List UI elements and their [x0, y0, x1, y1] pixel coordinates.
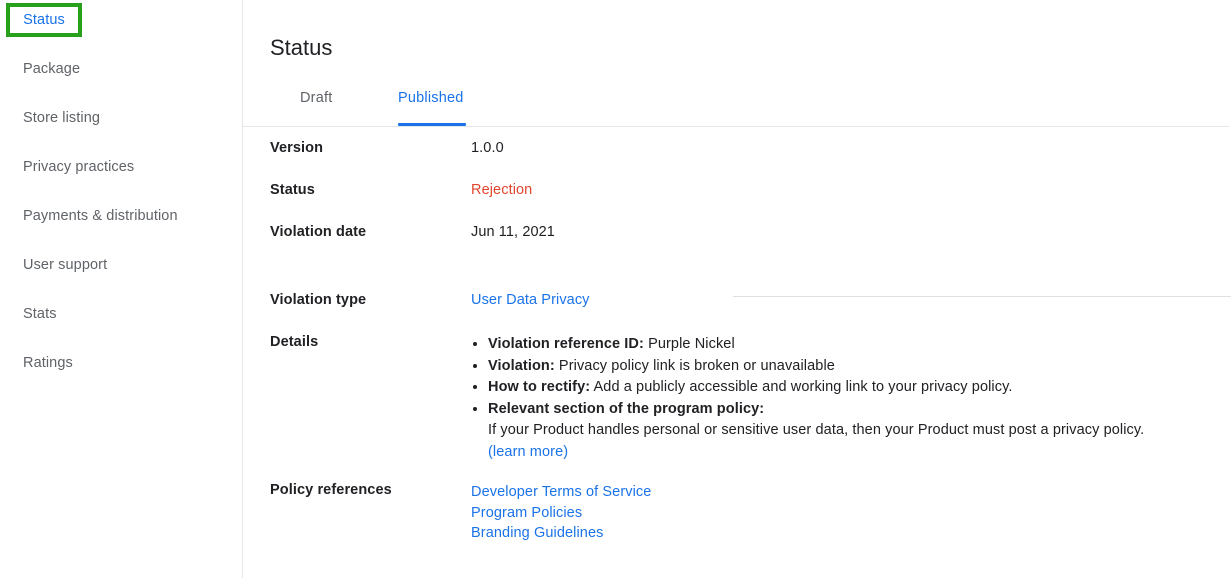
page-title: Status: [270, 34, 333, 60]
violation-type-value-wrap: User Data Privacy: [471, 292, 1229, 308]
bullet-term: How to rectify:: [488, 379, 591, 395]
status-highlight-box[interactable]: Status: [6, 3, 82, 37]
sidebar-item-package[interactable]: Package: [0, 44, 242, 93]
row-status: Status Rejection: [243, 182, 1229, 224]
violation-type-label: Violation type: [270, 292, 367, 308]
learn-more-link[interactable]: (learn more): [488, 444, 568, 460]
sidebar-item-label: Store listing: [23, 109, 101, 126]
bullet-term: Violation reference ID:: [488, 336, 644, 352]
sidebar-item-label: User support: [23, 256, 108, 273]
sidebar-nav-list: Status Package Store listing Privacy pra…: [0, 0, 242, 387]
policy-references-links: Developer Terms of Service Program Polic…: [471, 482, 1229, 544]
sidebar-item-stats[interactable]: Stats: [0, 289, 242, 338]
status-details: Version 1.0.0 Status Rejection Violation…: [243, 140, 1231, 544]
list-item: Violation: Privacy policy link is broken…: [488, 356, 1229, 378]
list-item: Violation reference ID: Purple Nickel: [488, 334, 1229, 356]
sidebar-item-user-support[interactable]: User support: [0, 240, 242, 289]
bullet-text: Privacy policy link is broken or unavail…: [554, 357, 835, 374]
row-violation-type: Violation type User Data Privacy: [243, 292, 1229, 334]
policy-link-program-policies[interactable]: Program Policies: [471, 503, 1229, 524]
details-sub-paragraph-item: If your Product handles personal or sens…: [488, 420, 1229, 463]
policy-link-developer-terms[interactable]: Developer Terms of Service: [471, 482, 1229, 503]
tab-published-label: Published: [398, 90, 464, 106]
details-label: Details: [270, 334, 319, 350]
bullet-term: Relevant section of the program policy:: [488, 400, 765, 417]
bullet-term: Violation:: [488, 357, 555, 374]
sidebar-item-label: Payments & distribution: [23, 207, 178, 224]
policy-references-label: Policy references: [270, 482, 392, 498]
details-sub-paragraph: If your Product handles personal or sens…: [488, 422, 1145, 438]
policy-link-branding-guidelines[interactable]: Branding Guidelines: [471, 523, 1229, 544]
sidebar-item-privacy-practices[interactable]: Privacy practices: [0, 142, 242, 191]
violation-type-link[interactable]: User Data Privacy: [471, 292, 590, 308]
sidebar: Status Package Store listing Privacy pra…: [0, 0, 243, 578]
violation-date-value: Jun 11, 2021: [471, 224, 555, 240]
row-violation-date: Violation date Jun 11, 2021: [243, 224, 1229, 259]
sidebar-item-store-listing[interactable]: Store listing: [0, 93, 242, 142]
version-value: 1.0.0: [471, 140, 504, 156]
sidebar-item-ratings[interactable]: Ratings: [0, 338, 242, 387]
sidebar-item-label: Stats: [23, 305, 57, 322]
details-bullet-list: Violation reference ID: Purple Nickel Vi…: [471, 334, 1229, 463]
row-version: Version 1.0.0: [243, 140, 1229, 182]
tab-bar: Draft Published: [243, 86, 1229, 127]
app-root: Status Package Store listing Privacy pra…: [0, 0, 1231, 578]
violation-date-label: Violation date: [270, 224, 367, 240]
tab-draft-label: Draft: [300, 90, 333, 106]
version-label: Version: [270, 140, 324, 156]
tab-active-indicator: [398, 123, 466, 126]
main-content: Status Draft Published Version 1.0.0 Sta…: [243, 0, 1231, 578]
details-value: Violation reference ID: Purple Nickel Vi…: [471, 334, 1229, 463]
sidebar-item-payments-distribution[interactable]: Payments & distribution: [0, 191, 242, 240]
bullet-text: Purple Nickel: [643, 336, 735, 352]
sidebar-item-label: Privacy practices: [23, 158, 135, 175]
bullet-text: Add a publicly accessible and working li…: [590, 379, 1013, 395]
list-item: How to rectify: Add a publicly accessibl…: [488, 377, 1229, 399]
list-item: Relevant section of the program policy:: [488, 399, 1229, 421]
status-label: Status: [270, 182, 315, 198]
sidebar-item-label: Ratings: [23, 354, 73, 371]
tab-published[interactable]: Published: [398, 86, 464, 126]
tab-draft[interactable]: Draft: [300, 86, 332, 126]
sidebar-item-status-label: Status: [23, 12, 65, 28]
section-divider: [733, 296, 1231, 297]
sidebar-item-label: Package: [23, 60, 81, 77]
status-badge: Rejection: [471, 182, 533, 198]
row-policy-references: Policy references Developer Terms of Ser…: [243, 482, 1229, 544]
row-details: Details Violation reference ID: Purple N…: [243, 334, 1229, 463]
